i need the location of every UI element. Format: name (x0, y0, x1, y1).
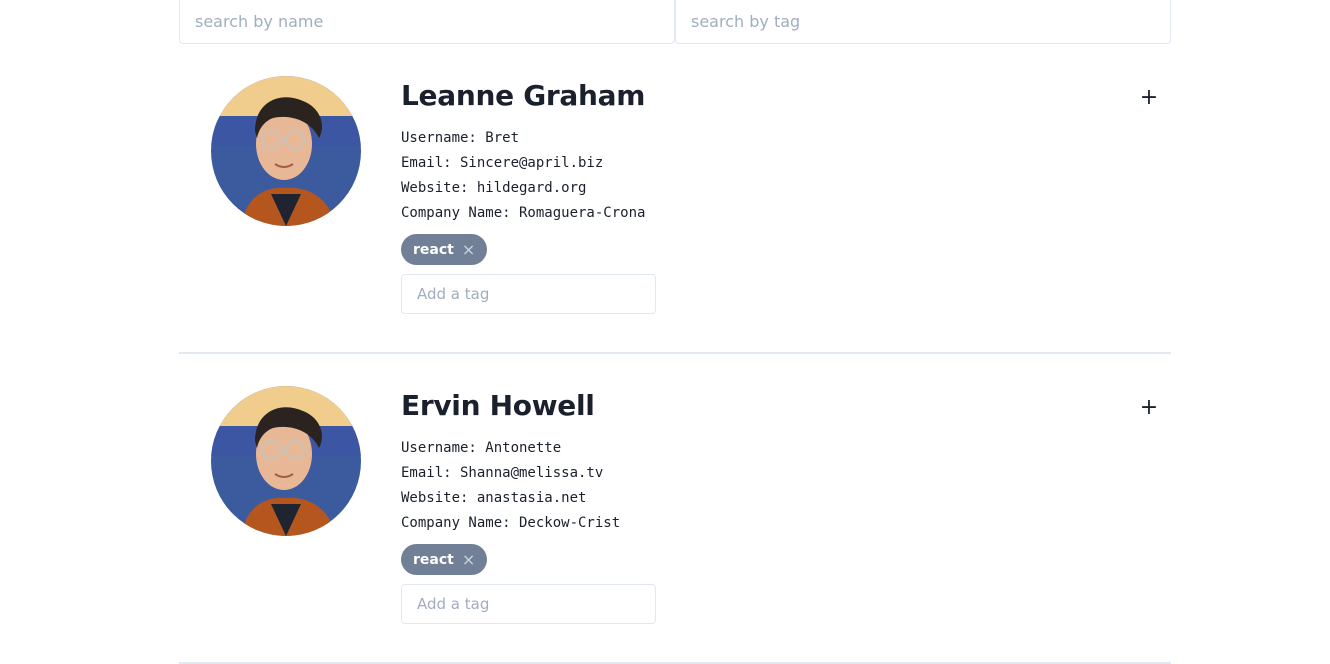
tag-list: react × (401, 544, 656, 575)
student-name: Leanne Graham (401, 79, 646, 112)
tag-label: react (413, 241, 454, 258)
remove-tag-icon[interactable]: × (462, 240, 475, 259)
student-details: Username: Bret Email: Sincere@april.biz … (401, 126, 656, 226)
student-name: Ervin Howell (401, 389, 595, 422)
expand-grades-button[interactable]: + (1139, 396, 1159, 420)
students-container: Leanne Graham Username: Bret Email: Sinc… (179, 0, 1171, 664)
company-name-text: Company Name: Deckow-Crist (401, 515, 621, 531)
add-tag-input[interactable] (401, 274, 656, 314)
student-card: Leanne Graham Username: Bret Email: Sinc… (179, 44, 1171, 354)
email-text: Email: Shanna@melissa.tv (401, 465, 604, 481)
expand-grades-button[interactable]: + (1139, 86, 1159, 110)
website-text: Website: anastasia.net (401, 490, 587, 506)
student-info: Ervin Howell Username: Antonette Email: … (401, 388, 656, 624)
tag-chip: react × (401, 544, 488, 575)
avatar (211, 76, 361, 226)
student-info: Leanne Graham Username: Bret Email: Sinc… (401, 78, 656, 314)
tag-label: react (413, 551, 454, 568)
student-details: Username: Antonette Email: Shanna@meliss… (401, 436, 656, 536)
search-by-tag-input[interactable] (675, 0, 1171, 44)
avatar (211, 386, 361, 536)
company-name-text: Company Name: Romaguera-Crona (401, 205, 646, 221)
username-text: Username: Antonette (401, 440, 562, 456)
remove-tag-icon[interactable]: × (462, 550, 475, 569)
username-text: Username: Bret (401, 130, 520, 146)
email-text: Email: Sincere@april.biz (401, 155, 604, 171)
search-bar (179, 0, 1171, 44)
tag-list: react × (401, 234, 656, 265)
search-by-name-input[interactable] (179, 0, 675, 44)
student-card: Ervin Howell Username: Antonette Email: … (179, 354, 1171, 664)
add-tag-input[interactable] (401, 584, 656, 624)
website-text: Website: hildegard.org (401, 180, 587, 196)
tag-chip: react × (401, 234, 488, 265)
